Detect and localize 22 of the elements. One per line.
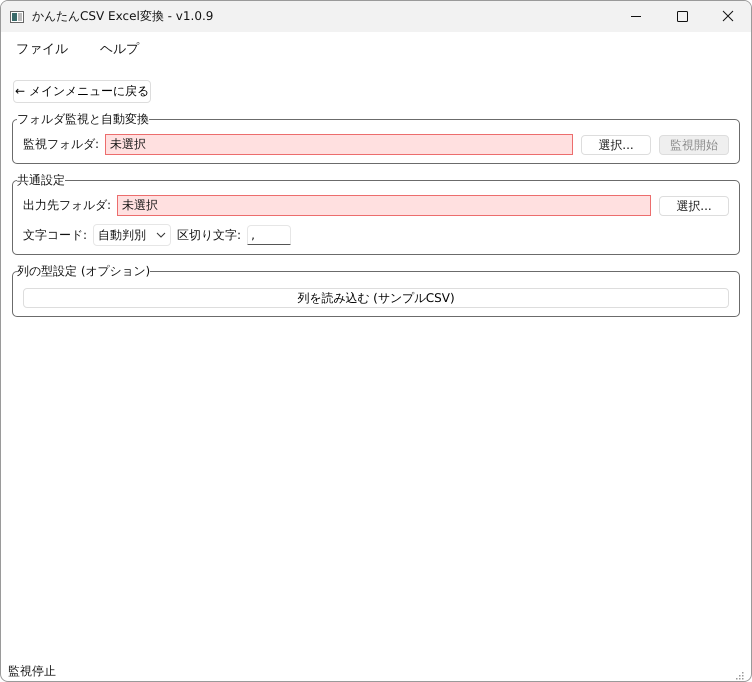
load-columns-button[interactable]: 列を読み込む (サンプルCSV) [23,288,729,308]
folder-field[interactable]: 未選択 [105,134,573,155]
field-label: 出力先フォルダ: [23,197,112,214]
select-button[interactable]: 選択... [659,196,729,216]
menu-item[interactable]: ヘルプ [100,40,139,58]
resize-grip-icon[interactable] [736,672,744,680]
menu-item[interactable]: ファイル [16,40,68,58]
encoding-dropdown[interactable]: 自動判別 [93,224,172,246]
back-button[interactable]: ← メインメニューに戻る [13,80,151,103]
select-button[interactable]: 選択... [581,134,651,154]
window-title: かんたんCSV Excel変換 - v1.0.9 [32,8,214,25]
group-title: 共通設定 [17,172,65,189]
field-label: 文字コード: [23,226,88,244]
status-text: 監視停止 [8,663,56,680]
group-title: 列の型設定 (オプション) [17,263,150,280]
chevron-icon [156,232,166,238]
field-label: 監視フォルダ: [23,136,100,153]
group-title: フォルダ監視と自動変換 [17,111,149,128]
field-label: 区切り文字: [177,226,242,244]
delimiter-field[interactable]: , [247,225,292,245]
folder-field[interactable]: 未選択 [117,195,651,216]
app-icon [10,10,24,22]
